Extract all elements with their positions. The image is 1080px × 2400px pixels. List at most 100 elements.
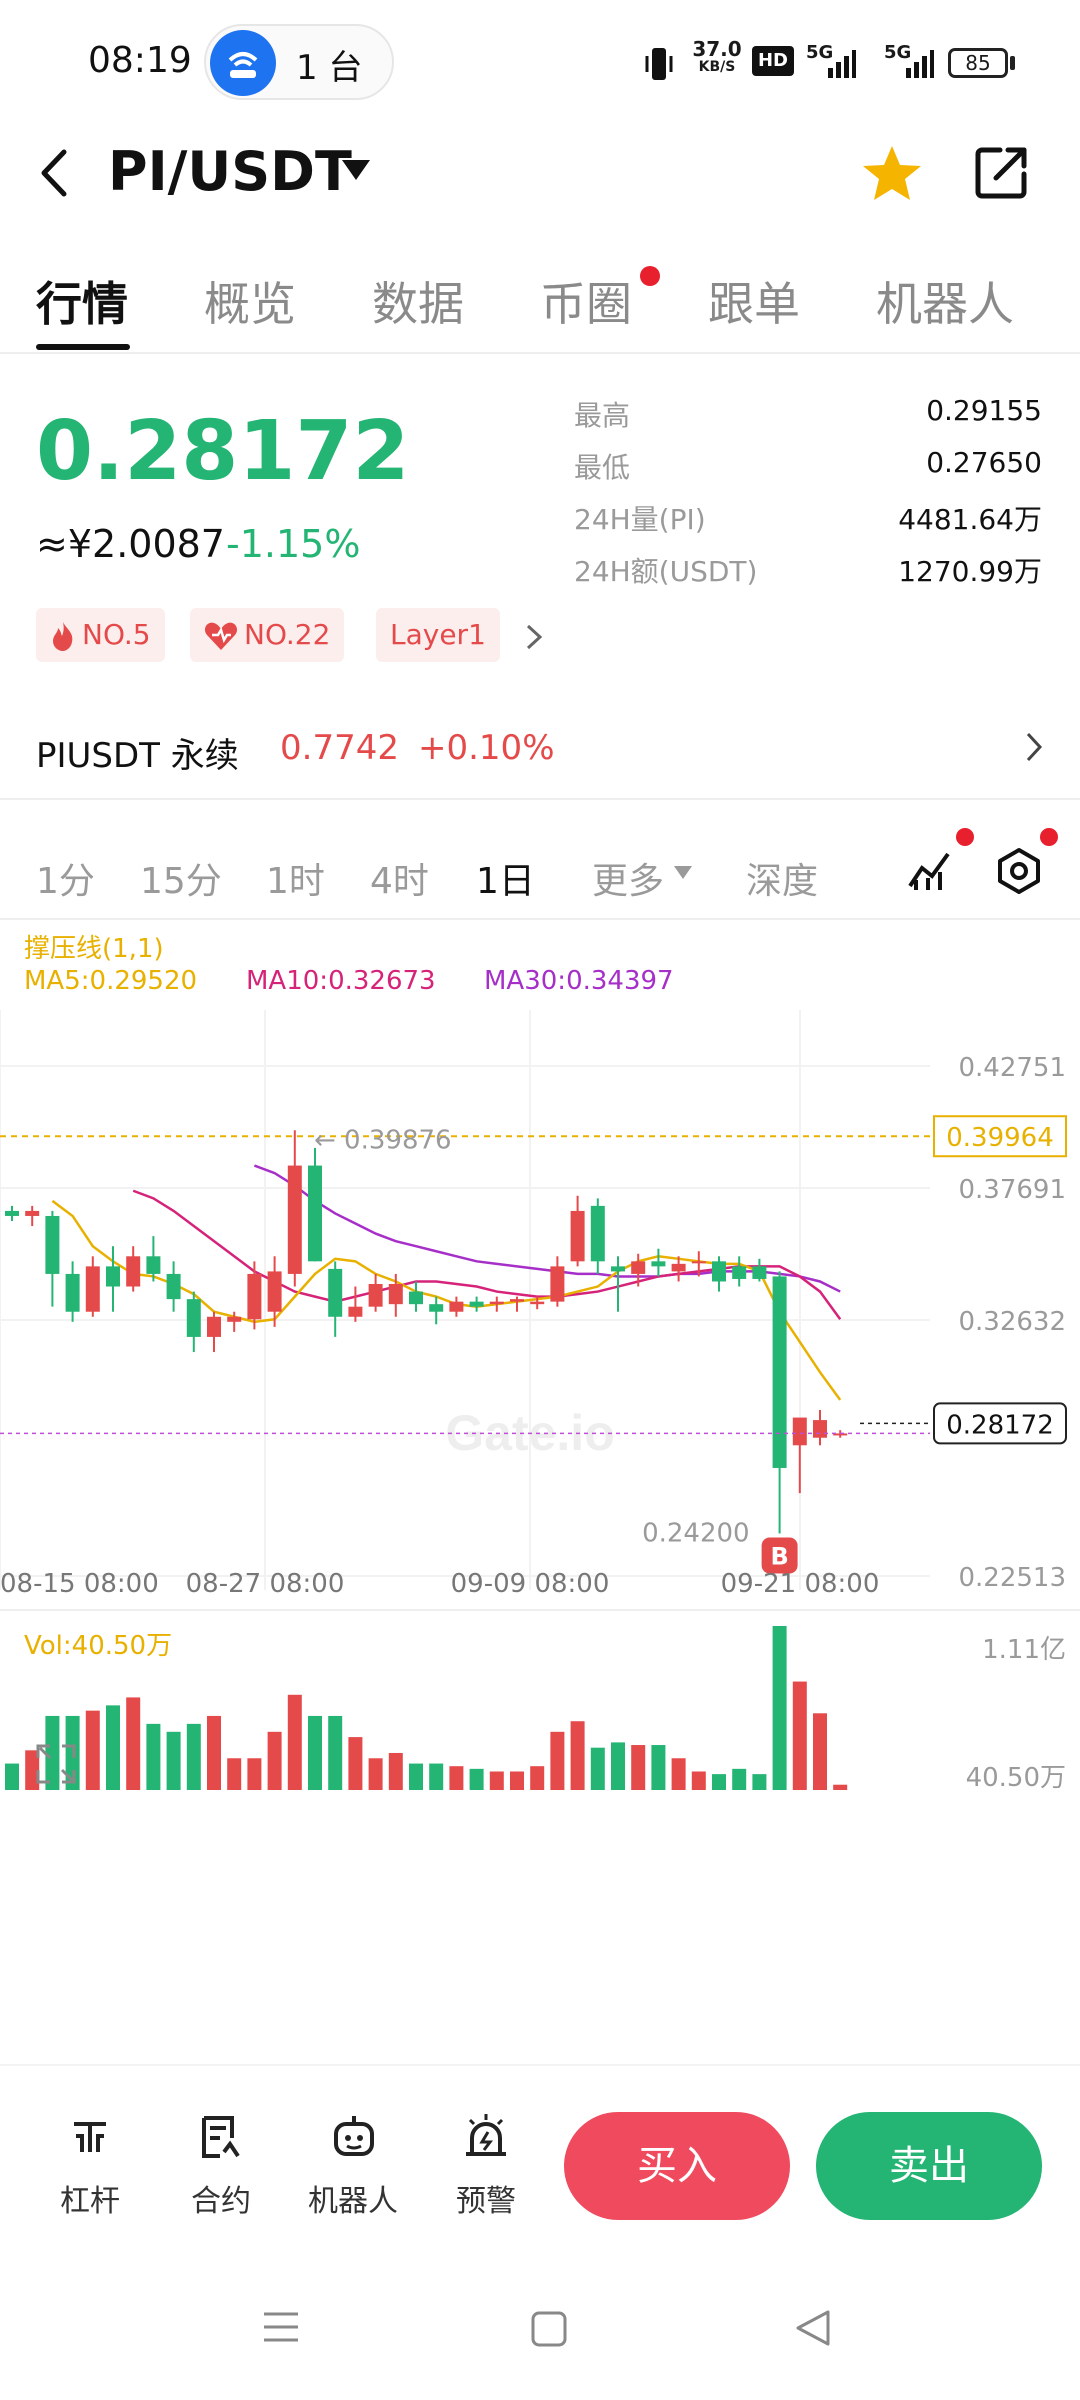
perpetual-chevron-icon[interactable] [1024,730,1044,764]
leverage-label[interactable]: 杠杆 [35,2176,145,2220]
net-speed: 37.0 KB/S [692,37,742,75]
ma5-line [51,1199,842,1401]
candlestick-chart[interactable]: Gate.io 0.39964← 0.398760.281720.24200B … [0,990,1080,1820]
interval-more[interactable]: 更多 [592,852,664,904]
vibrate-icon [645,48,673,80]
volume-axis-top: 1.11亿 [982,1635,1066,1665]
rank-tag-fav[interactable]: NO.22 [190,608,345,662]
alarm-icon[interactable] [462,2112,510,2160]
candle-body [631,1261,646,1274]
chart-settings-icon[interactable] [994,846,1044,896]
volume-bar [510,1771,524,1790]
cny-price: ≈¥2.0087 [36,522,225,566]
low-price-label: 0.24200 [642,1518,750,1548]
candle-body [752,1266,767,1279]
interval-1d[interactable]: 1日 [476,852,535,904]
volume-bar [651,1745,666,1790]
pair-dropdown-icon[interactable] [342,160,370,180]
interval-depth[interactable]: 深度 [746,852,818,904]
active-tab-indicator [36,344,130,350]
sell-button[interactable]: 卖出 [816,2112,1042,2220]
volume-bar [469,1768,484,1790]
tab-bots[interactable]: 机器人 [876,268,1014,334]
volume-bar [388,1752,403,1790]
candle-body [106,1266,120,1287]
candle-body [388,1284,403,1305]
tab-copy-trade[interactable]: 跟单 [708,268,800,334]
candle-body [449,1301,464,1312]
volume-bar [267,1731,282,1790]
candle-body [207,1316,221,1337]
volume-bar [186,1723,201,1790]
volume-bar [207,1715,221,1790]
candle-body [5,1210,19,1216]
interval-1h[interactable]: 1时 [266,852,325,904]
buy-button[interactable]: 买入 [564,2112,790,2220]
interval-4h[interactable]: 4时 [370,852,429,904]
change-percent: -1.15% [226,522,361,566]
perpetual-label[interactable]: PIUSDT 永续 [36,728,239,777]
candle-body [308,1165,322,1262]
y-axis-tick: 0.37691 [958,1175,1066,1205]
leverage-icon[interactable] [68,2116,112,2160]
expand-chart-icon[interactable] [36,1744,76,1784]
tags-more-chevron-icon[interactable] [524,622,544,652]
candle-body [651,1261,666,1267]
tab-overview[interactable]: 概览 [204,268,296,334]
pair-title[interactable]: PI/USDT [108,140,352,203]
candle-body [45,1215,60,1274]
tab-market[interactable]: 行情 [36,268,128,334]
y-axis-tick: 0.42751 [958,1053,1066,1083]
volume-bar [449,1766,464,1790]
tab-data[interactable]: 数据 [372,268,464,334]
support-resistance-legend: 撑压线(1,1) [24,934,164,964]
volume-fade [0,1790,1080,1820]
stat-turnover-label: 24H额(USDT) [574,555,758,588]
rank-tag-hot[interactable]: NO.5 [36,608,165,662]
settings-dot [1040,828,1058,846]
volume-bar [348,1737,363,1790]
interval-15m[interactable]: 15分 [140,852,222,904]
fire-icon [53,622,73,651]
candle-body [186,1299,201,1337]
candle-body [712,1261,726,1282]
contract-icon[interactable] [198,2114,242,2160]
candle-body [530,1301,545,1305]
volume-bar [328,1715,343,1790]
x-axis-tick: 09-09 08:00 [451,1569,610,1599]
category-tag[interactable]: Layer1 [376,608,500,662]
interval-1m[interactable]: 1分 [36,852,95,904]
volume-bar [833,1784,848,1790]
favorite-star-icon[interactable] [860,142,924,204]
perpetual-price: 0.7742 [280,728,399,768]
volume-bar [772,1626,787,1790]
hotspot-count: 1 台 [296,48,363,88]
candle-body [671,1263,686,1272]
alarm-label[interactable]: 预警 [431,2176,541,2220]
volume-bar [631,1745,646,1790]
share-icon[interactable] [974,144,1030,200]
home-nav-icon[interactable] [530,2310,568,2348]
volume-bar [732,1768,747,1790]
back-arrow-icon[interactable] [36,148,72,198]
footer-divider [0,2064,1080,2066]
tab-community[interactable]: 币圈 [540,268,632,334]
robot-label[interactable]: 机器人 [298,2176,408,2220]
menu-nav-icon[interactable] [262,2310,300,2344]
volume-bar [611,1742,625,1790]
battery-tip [1010,56,1015,70]
candle-body [691,1261,706,1264]
robot-icon[interactable] [330,2114,378,2160]
volume-bar [752,1774,767,1790]
indicator-icon[interactable] [906,846,954,894]
volume-bar [691,1771,706,1790]
y-axis-tick: 0.22513 [958,1563,1066,1593]
volume-bar [712,1774,726,1790]
volume-bar [813,1713,827,1790]
stat-volume-value: 4481.64万 [898,503,1042,536]
back-nav-icon[interactable] [794,2308,832,2348]
candle-body [227,1316,242,1322]
volume-bar [126,1697,141,1790]
candle-body [368,1284,383,1307]
contract-label[interactable]: 合约 [166,2176,276,2220]
